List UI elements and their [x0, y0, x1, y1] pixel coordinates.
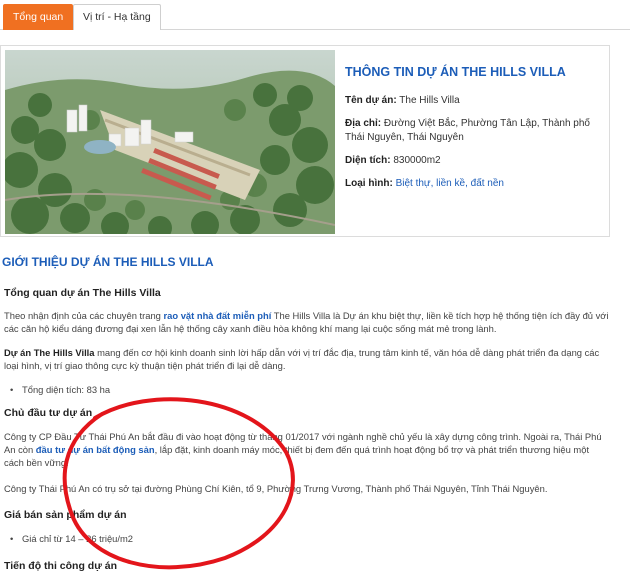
classifieds-link[interactable]: rao vặt nhà đất miễn phí — [164, 310, 272, 321]
construction-progress-heading: Tiến độ thi công dự án — [4, 560, 117, 573]
overview-heading: Tổng quan dự án The Hills Villa — [4, 287, 161, 299]
project-address-label: Địa chỉ: — [345, 118, 382, 129]
project-address-value: Đường Việt Bắc, Phường Tân Lập, Thành ph… — [345, 118, 590, 143]
tab-location-infrastructure[interactable]: Vị trí - Hạ tầng — [73, 4, 161, 30]
price-range-item: Giá chỉ từ 14 – 26 triệu/m2 — [10, 532, 612, 545]
area-bullet-list: Tổng diện tích: 83 ha — [10, 383, 612, 396]
project-name-row: Tên dự án: The Hills Villa — [345, 94, 607, 108]
headquarters-paragraph: Công ty Thái Phú An có trụ sở tại đường … — [4, 482, 548, 494]
tab-bar: Tổng quan Vị trí - Hạ tầng — [0, 0, 630, 30]
total-area-item: Tổng diện tích: 83 ha — [10, 383, 612, 396]
real-estate-investment-link[interactable]: đầu tư dự án bất động sản — [36, 444, 155, 455]
investor-heading: Chủ đầu tư dự án — [4, 406, 93, 419]
project-name-value: The Hills Villa — [399, 95, 460, 106]
project-area-label: Diện tích: — [345, 155, 391, 166]
price-heading: Giá bán sản phẩm dự án — [4, 509, 127, 522]
project-aerial-image — [5, 50, 335, 234]
project-type-label: Loại hình: — [345, 178, 393, 189]
project-type-row: Loại hình: Biệt thự, liền kề, đất nền — [345, 177, 607, 191]
project-name-label: Tên dự án: — [345, 95, 397, 106]
project-intro-content: GIỚI THIỆU DỰ ÁN THE HILLS VILLA Tổng qu… — [0, 246, 612, 573]
project-info-title: THÔNG TIN DỰ ÁN THE HILLS VILLA — [345, 65, 566, 79]
investment-paragraph: Dự án The Hills Villa mang đến cơ hội ki… — [4, 346, 600, 372]
overview-paragraph: Theo nhận định của các chuyên trang rao … — [4, 310, 609, 335]
investor-paragraph: Công ty CP Đầu Tư Thái Phú An bắt đầu đi… — [4, 430, 602, 469]
project-area-row: Diện tích: 830000m2 — [345, 154, 607, 168]
price-bullet-list: Giá chỉ từ 14 – 26 triệu/m2 — [10, 532, 612, 545]
project-info-panel: THÔNG TIN DỰ ÁN THE HILLS VILLA Tên dự á… — [345, 64, 607, 200]
project-area-value: 830000m2 — [393, 155, 441, 166]
project-summary-box: THÔNG TIN DỰ ÁN THE HILLS VILLA Tên dự á… — [0, 45, 610, 237]
project-type-link[interactable]: Biệt thự, liền kề, đất nền — [396, 178, 504, 189]
intro-section-title: GIỚI THIỆU DỰ ÁN THE HILLS VILLA — [2, 255, 214, 269]
project-address-row: Địa chỉ: Đường Việt Bắc, Phường Tân Lập,… — [345, 117, 607, 145]
tab-overview[interactable]: Tổng quan — [3, 4, 74, 30]
